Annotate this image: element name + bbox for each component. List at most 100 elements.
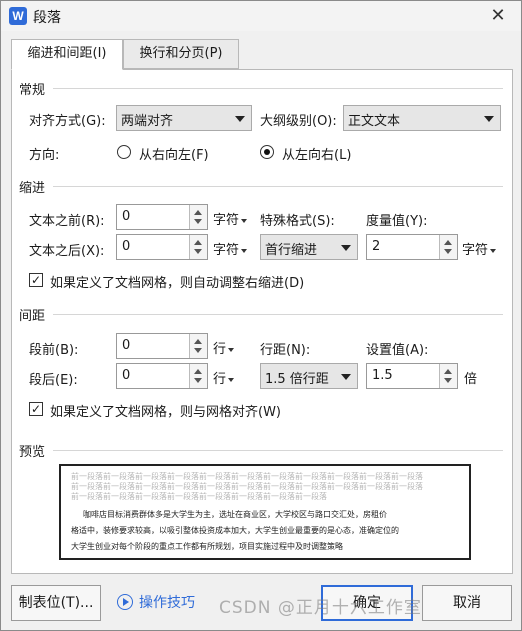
space-after-value: 0: [122, 368, 131, 383]
caret-down-icon: [241, 248, 248, 253]
caret-down-icon: [228, 347, 235, 352]
arrow-up-icon[interactable]: [444, 240, 452, 245]
section-divider: [53, 186, 503, 187]
tab-line-page-breaks[interactable]: 换行和分页(P): [123, 39, 239, 69]
section-heading-indent: 缩进: [19, 177, 46, 196]
space-before-spinner[interactable]: 0: [116, 333, 208, 359]
spinner-buttons[interactable]: [189, 364, 207, 388]
preview-prev-line: 前一段落前一段落前一段落前一段落前一段落前一段落前一段落前一段落前一段落前一段落…: [71, 472, 423, 481]
after-text-spinner[interactable]: 0: [116, 234, 208, 260]
dialog-title: 段落: [33, 10, 61, 26]
set-value-label: 设置值(A):: [366, 343, 429, 358]
spinner-buttons[interactable]: [439, 364, 457, 388]
before-text-value: 0: [122, 209, 131, 224]
chevron-down-icon: [341, 374, 351, 380]
unit-text: 字符: [462, 243, 489, 258]
close-icon[interactable]: ✕: [487, 5, 509, 27]
arrow-up-icon[interactable]: [194, 210, 202, 215]
chevron-down-icon: [235, 116, 245, 122]
unit-text: 行: [213, 372, 227, 387]
line-spacing-value: 1.5 倍行距: [265, 372, 329, 387]
preview-body-line: 大学生创业对每个阶段的重点工作都有所规划，项目实施过程中及时调整策略: [71, 542, 343, 551]
spinner-buttons[interactable]: [189, 334, 207, 358]
arrow-down-icon[interactable]: [444, 249, 452, 254]
section-heading-preview: 预览: [19, 441, 46, 460]
caret-down-icon: [241, 218, 248, 223]
before-text-label: 文本之前(R):: [29, 214, 105, 229]
tab-stops-button[interactable]: 制表位(T)...: [11, 585, 101, 621]
arrow-down-icon[interactable]: [194, 249, 202, 254]
preview-prev-line: 前一段落前一段落前一段落前一段落前一段落前一段落前一段落前一段落: [71, 492, 327, 501]
tab-indent-spacing[interactable]: 缩进和间距(I): [11, 39, 123, 70]
caret-down-icon: [490, 248, 497, 253]
unit-text: 行: [213, 342, 227, 357]
outline-level-select[interactable]: 正文文本: [343, 105, 501, 131]
space-after-label: 段后(E):: [29, 373, 78, 388]
caret-down-icon: [228, 377, 235, 382]
preview-body-line: 咖啡店目标消费群体多是大学生为主，选址在商业区，大学校区与路口交汇处，房租价: [83, 510, 387, 519]
before-text-unit[interactable]: 字符: [213, 209, 248, 228]
watermark: CSDN @正月十六工作室: [219, 598, 422, 618]
set-value-spinner[interactable]: 1.5: [366, 363, 458, 389]
after-text-unit[interactable]: 字符: [213, 239, 248, 258]
spinner-buttons[interactable]: [439, 235, 457, 259]
section-divider: [53, 450, 503, 451]
outline-level-value: 正文文本: [348, 114, 401, 129]
arrow-up-icon[interactable]: [194, 339, 202, 344]
tips-link-label: 操作技巧: [139, 595, 195, 611]
auto-adjust-indent-label[interactable]: 如果定义了文档网格，则自动调整右缩进(D): [50, 272, 304, 291]
paragraph-dialog: W 段落 ✕ 缩进和间距(I) 换行和分页(P) 常规 对齐方式(G): 两端对…: [0, 0, 522, 631]
auto-adjust-indent-checkbox[interactable]: ✓: [29, 273, 43, 287]
arrow-down-icon[interactable]: [194, 378, 202, 383]
special-format-value: 首行缩进: [265, 243, 318, 258]
space-before-value: 0: [122, 338, 131, 353]
space-after-unit[interactable]: 行: [213, 368, 235, 387]
unit-text: 字符: [213, 213, 240, 228]
preview-prev-line: 前一段落前一段落前一段落前一段落前一段落前一段落前一段落前一段落前一段落前一段落…: [71, 482, 423, 491]
radio-right-to-left-label[interactable]: 从右向左(F): [139, 144, 209, 163]
after-text-value: 0: [122, 239, 131, 254]
arrow-down-icon[interactable]: [444, 378, 452, 383]
alignment-value: 两端对齐: [121, 114, 174, 129]
measure-spinner[interactable]: 2: [366, 234, 458, 260]
arrow-up-icon[interactable]: [444, 369, 452, 374]
spinner-buttons[interactable]: [189, 235, 207, 259]
set-value-unit: 倍: [464, 372, 478, 387]
arrow-down-icon[interactable]: [194, 348, 202, 353]
before-text-spinner[interactable]: 0: [116, 204, 208, 230]
space-before-unit[interactable]: 行: [213, 338, 235, 357]
chevron-down-icon: [341, 245, 351, 251]
outline-level-label: 大纲级别(O):: [260, 114, 337, 129]
radio-left-to-right-label[interactable]: 从左向右(L): [282, 144, 351, 163]
set-value-value: 1.5: [372, 368, 393, 383]
preview-body-line: 格适中，装修要求较高，以吸引整体投资成本加大，大学生创业最重要的是心态，准确定位…: [71, 526, 399, 535]
unit-text: 字符: [213, 243, 240, 258]
cancel-button[interactable]: 取消: [422, 585, 512, 621]
section-heading-general: 常规: [19, 79, 46, 98]
special-format-label: 特殊格式(S):: [260, 214, 335, 229]
play-circle-icon: [117, 594, 133, 610]
alignment-label: 对齐方式(G):: [29, 114, 106, 129]
measure-value: 2: [372, 239, 381, 254]
spinner-buttons[interactable]: [189, 205, 207, 229]
radio-left-to-right[interactable]: [260, 145, 274, 159]
special-format-select[interactable]: 首行缩进: [260, 234, 358, 260]
measure-unit[interactable]: 字符: [462, 239, 497, 258]
tips-link[interactable]: 操作技巧: [117, 592, 195, 612]
chevron-down-icon: [484, 116, 494, 122]
space-before-label: 段前(B):: [29, 343, 79, 358]
line-spacing-select[interactable]: 1.5 倍行距: [260, 363, 358, 389]
radio-right-to-left[interactable]: [117, 145, 131, 159]
section-heading-spacing: 间距: [19, 305, 46, 324]
snap-to-grid-checkbox[interactable]: ✓: [29, 402, 43, 416]
arrow-up-icon[interactable]: [194, 240, 202, 245]
after-text-label: 文本之后(X):: [29, 244, 105, 259]
section-divider: [53, 314, 503, 315]
alignment-select[interactable]: 两端对齐: [116, 105, 252, 131]
arrow-down-icon[interactable]: [194, 219, 202, 224]
snap-to-grid-label[interactable]: 如果定义了文档网格，则与网格对齐(W): [50, 401, 281, 420]
title-bar: W 段落 ✕: [1, 1, 521, 31]
wps-writer-icon: W: [9, 7, 27, 25]
space-after-spinner[interactable]: 0: [116, 363, 208, 389]
arrow-up-icon[interactable]: [194, 369, 202, 374]
